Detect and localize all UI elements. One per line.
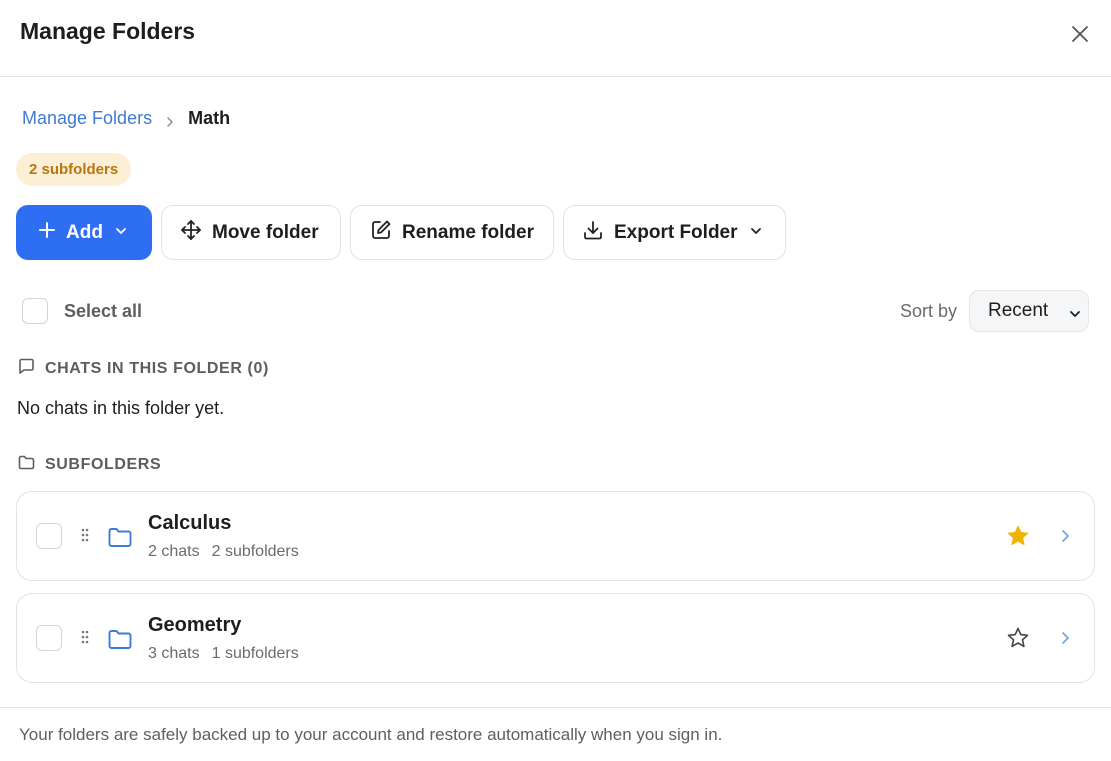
move-arrows-icon bbox=[179, 218, 203, 248]
dialog-header: Manage Folders bbox=[0, 0, 1111, 77]
chevron-down-icon bbox=[114, 222, 128, 244]
drag-handle-icon[interactable] bbox=[80, 630, 90, 649]
export-folder-button[interactable]: Export Folder bbox=[563, 205, 786, 260]
select-all-row: Select all bbox=[22, 298, 142, 324]
subfolder-name: Calculus bbox=[148, 512, 232, 534]
subfolder-subfolder-count: 2 subfolders bbox=[211, 543, 299, 560]
add-button-label: Add bbox=[66, 221, 103, 243]
chevron-down-icon bbox=[749, 222, 763, 244]
subfolder-checkbox[interactable] bbox=[36, 523, 62, 549]
select-all-checkbox[interactable] bbox=[22, 298, 48, 324]
sort-selected-value: Recent bbox=[988, 300, 1049, 321]
rename-folder-button[interactable]: Rename folder bbox=[350, 205, 554, 260]
backup-note: Your folders are safely backed up to you… bbox=[19, 725, 723, 744]
add-button[interactable]: Add bbox=[16, 205, 152, 260]
rename-folder-label: Rename folder bbox=[402, 221, 534, 243]
chevron-right-icon[interactable] bbox=[1058, 630, 1072, 651]
subfolder-count-badge: 2 subfolders bbox=[16, 153, 132, 186]
chat-bubble-icon bbox=[18, 358, 35, 380]
subfolder-subfolder-count: 1 subfolders bbox=[211, 645, 299, 662]
dialog-footer: Your folders are safely backed up to you… bbox=[0, 707, 1111, 761]
subfolder-meta: 2 chats 2 subfolders bbox=[148, 543, 299, 561]
chats-section-header: CHATS IN THIS FOLDER (0) bbox=[18, 358, 269, 380]
chevron-right-icon[interactable] bbox=[1058, 528, 1072, 549]
close-icon[interactable] bbox=[1068, 22, 1092, 46]
move-folder-label: Move folder bbox=[212, 221, 319, 243]
chats-empty-state: No chats in this folder yet. bbox=[17, 398, 225, 418]
folder-icon bbox=[108, 527, 132, 553]
subfolder-card[interactable]: Calculus 2 chats 2 subfolders bbox=[16, 491, 1095, 581]
subfolder-chat-count: 3 chats bbox=[148, 645, 200, 662]
sort-select[interactable]: Recent bbox=[969, 290, 1089, 332]
select-all-label[interactable]: Select all bbox=[64, 301, 142, 322]
move-folder-button[interactable]: Move folder bbox=[161, 205, 341, 260]
subfolder-name: Geometry bbox=[148, 614, 242, 636]
subfolder-card[interactable]: Geometry 3 chats 1 subfolders bbox=[16, 593, 1095, 683]
drag-handle-icon[interactable] bbox=[80, 528, 90, 547]
download-icon bbox=[582, 219, 604, 247]
star-outline-icon[interactable] bbox=[1006, 626, 1030, 655]
subfolders-section-header: SUBFOLDERS bbox=[18, 454, 161, 476]
subfolder-checkbox[interactable] bbox=[36, 625, 62, 651]
subfolder-meta: 3 chats 1 subfolders bbox=[148, 645, 299, 663]
subfolders-section-title: SUBFOLDERS bbox=[45, 456, 162, 473]
plus-icon bbox=[38, 221, 56, 245]
export-folder-label: Export Folder bbox=[614, 221, 738, 243]
subfolder-chat-count: 2 chats bbox=[148, 543, 200, 560]
edit-icon bbox=[370, 219, 392, 247]
sort-by-label: Sort by bbox=[900, 301, 958, 321]
chats-section-title: CHATS IN THIS FOLDER (0) bbox=[45, 360, 269, 377]
chevron-right-icon bbox=[164, 112, 176, 127]
folder-icon bbox=[108, 629, 132, 655]
breadcrumb: Manage Folders Math bbox=[22, 106, 230, 130]
chevron-down-icon bbox=[1068, 305, 1082, 327]
dialog-title: Manage Folders bbox=[20, 18, 196, 44]
breadcrumb-current: Math bbox=[188, 107, 231, 128]
folder-icon bbox=[18, 454, 35, 476]
star-filled-icon[interactable] bbox=[1006, 524, 1030, 553]
breadcrumb-root-link[interactable]: Manage Folders bbox=[22, 108, 152, 129]
